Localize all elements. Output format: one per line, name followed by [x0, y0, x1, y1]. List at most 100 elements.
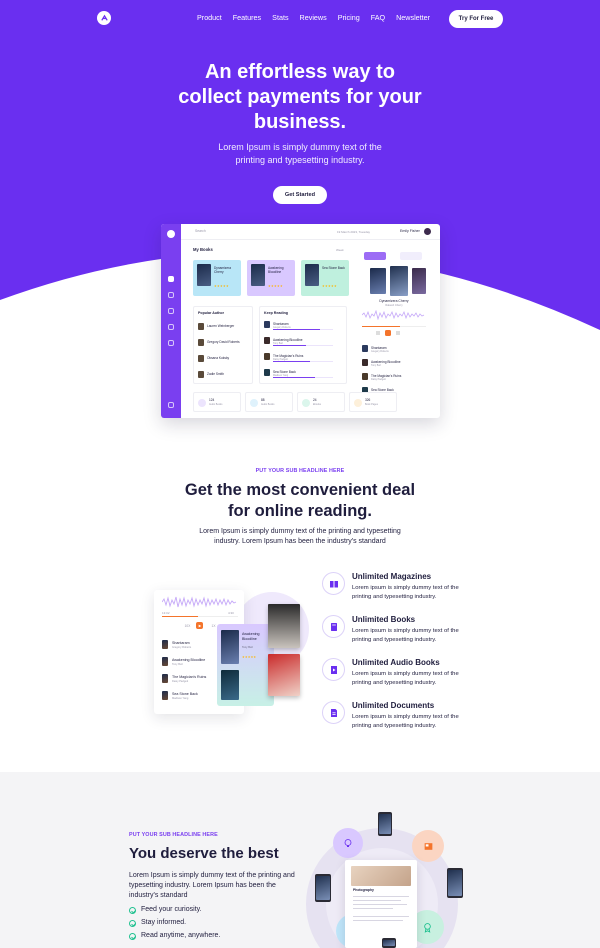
- stat-value: 88: [261, 398, 265, 402]
- my-books-heading: My Books: [193, 247, 213, 252]
- tab-audio[interactable]: [364, 252, 386, 260]
- progress-bar: [273, 329, 333, 330]
- book-title: Sea Stone Back: [322, 266, 345, 270]
- stat-icon: [354, 399, 362, 407]
- feature-description: Lorem ipsum is simply dummy text of the …: [352, 585, 459, 600]
- sidebar-docs-icon: [168, 324, 174, 330]
- tab-ebook[interactable]: [400, 252, 422, 260]
- rating-stars: ★★★★★: [214, 284, 229, 288]
- dashboard-preview: Search 19 March 2023, Tuesday Emily Fish…: [161, 224, 440, 418]
- nav-link-faq[interactable]: FAQ: [371, 13, 385, 22]
- sidebar-home-icon: [168, 276, 174, 282]
- speed-up-label[interactable]: 1X: [210, 622, 217, 629]
- nav-links: Product Features Stats Reviews Pricing F…: [197, 13, 441, 22]
- stat-card: 124 Audio Books: [193, 392, 241, 412]
- check-icon: [129, 920, 136, 927]
- rating-stars: ★★★★★: [242, 655, 257, 659]
- progress-bar: [273, 361, 333, 362]
- hero-title-line: An effortless way to: [204, 61, 396, 83]
- magazine-cover: [268, 604, 300, 648]
- play-button[interactable]: [196, 622, 203, 629]
- book-author: Tony Burt: [242, 646, 253, 649]
- book-cover: [264, 321, 270, 328]
- audio-book-icon: [322, 658, 345, 681]
- document-line: [353, 896, 409, 897]
- feature-description: Lorem ipsum is simply dummy text of the …: [352, 671, 459, 686]
- book-author: Gregory Roberts: [172, 645, 192, 649]
- stat-icon: [198, 399, 206, 407]
- author-name: Oksana Kuksky: [207, 356, 230, 360]
- rewind-icon[interactable]: [376, 331, 380, 335]
- keep-reading-panel: Keep Reading Shantaram Gregory Roberts Aw…: [259, 306, 347, 384]
- feature-books: Unlimited Books Lorem ipsum is simply du…: [322, 615, 472, 655]
- book-cover: [362, 345, 368, 352]
- play-icon: [198, 624, 201, 627]
- playback-track[interactable]: [162, 616, 238, 617]
- avatar: [198, 323, 204, 330]
- hero-subtitle: Lorem Ipsum is simply dummy text of the …: [0, 141, 600, 167]
- nav-link-stats[interactable]: Stats: [272, 13, 288, 22]
- book-cover: [162, 674, 168, 683]
- stat-value: 24: [313, 398, 317, 402]
- magazine-icon: [322, 572, 345, 595]
- document-line: [353, 916, 409, 917]
- forward-icon[interactable]: [396, 331, 400, 335]
- feature-title: Unlimited Audio Books: [352, 658, 440, 667]
- book-card: Dynamizera Cherry ★★★★★: [193, 260, 241, 296]
- feature-audio-books: Unlimited Audio Books Lorem ipsum is sim…: [322, 658, 472, 698]
- nav-link-pricing[interactable]: Pricing: [338, 13, 360, 22]
- dashboard-user-name: Emily Fisher: [400, 229, 420, 233]
- brand-logo[interactable]: [97, 11, 111, 25]
- playback-track[interactable]: [362, 326, 426, 327]
- stat-card: 326 Book Pages: [349, 392, 397, 412]
- progress-bar: [273, 345, 333, 346]
- nav-link-newsletter[interactable]: Newsletter: [396, 13, 430, 22]
- stat-value: 124: [209, 398, 215, 402]
- sidebar-settings-icon: [168, 340, 174, 346]
- time-remaining: 4:30: [228, 611, 234, 615]
- section3-eyebrow: PUT YOUR SUB HEADLINE HERE: [129, 832, 218, 838]
- dashboard-topbar: Search 19 March 2023, Tuesday Emily Fish…: [181, 224, 440, 240]
- book-title: Awakening Bloodline: [268, 266, 284, 274]
- check-icon: [129, 907, 136, 914]
- book-cover: [221, 670, 239, 700]
- award-icon: [423, 922, 431, 933]
- popular-author-heading: Popular Author: [198, 311, 225, 315]
- stat-card: 24 Ebooks: [297, 392, 345, 412]
- avatar: [424, 228, 431, 235]
- book-cover: [162, 657, 168, 666]
- book-cover: [264, 337, 270, 344]
- progress-bar: [273, 377, 333, 378]
- popular-author-panel: Popular Author Lauren Weinberger Gregory…: [193, 306, 253, 384]
- book-author: Tony Burt: [172, 662, 183, 666]
- play-button[interactable]: [385, 330, 391, 336]
- player-panel: Dynamizera Cherry Rakesh Cherry Shantara…: [356, 246, 432, 414]
- nav-link-product[interactable]: Product: [197, 13, 222, 22]
- book-card: Sea Stone Back ★★★★★: [301, 260, 349, 296]
- book-author: Tony Burt: [371, 364, 382, 367]
- try-for-free-button[interactable]: Try For Free: [449, 10, 503, 28]
- stat-icon: [302, 399, 310, 407]
- book-cover: [264, 369, 270, 376]
- get-started-button[interactable]: Get Started: [273, 186, 327, 204]
- avatar: [198, 339, 204, 346]
- document-line: [353, 900, 401, 901]
- book-cover: [197, 264, 211, 286]
- nav-link-reviews[interactable]: Reviews: [300, 13, 327, 22]
- reader-bubble: [412, 830, 444, 862]
- section2-eyebrow: PUT YOUR SUB HEADLINE HERE: [255, 468, 345, 474]
- speed-down-label[interactable]: 10X: [184, 622, 191, 629]
- document-preview: Photography: [345, 860, 417, 948]
- book-cover: [390, 266, 408, 296]
- now-playing-author: Rakesh Cherry: [385, 304, 403, 307]
- section2-description-line: industry. Lorem Ipsum has been the indus…: [214, 538, 386, 545]
- book-cover: [251, 264, 265, 286]
- nav-link-features[interactable]: Features: [233, 13, 261, 22]
- feature-title: Unlimited Documents: [352, 701, 435, 710]
- book-cover: [162, 640, 168, 649]
- featured-book-card: Awakening Bloodline Tony Burt ★★★★★: [217, 624, 274, 706]
- section3-title: You deserve the best: [129, 845, 279, 862]
- book-card: Awakening Bloodline ★★★★★: [247, 260, 295, 296]
- book-cover: [162, 691, 168, 700]
- hero-title: An effortless way to collect payments fo…: [0, 60, 600, 135]
